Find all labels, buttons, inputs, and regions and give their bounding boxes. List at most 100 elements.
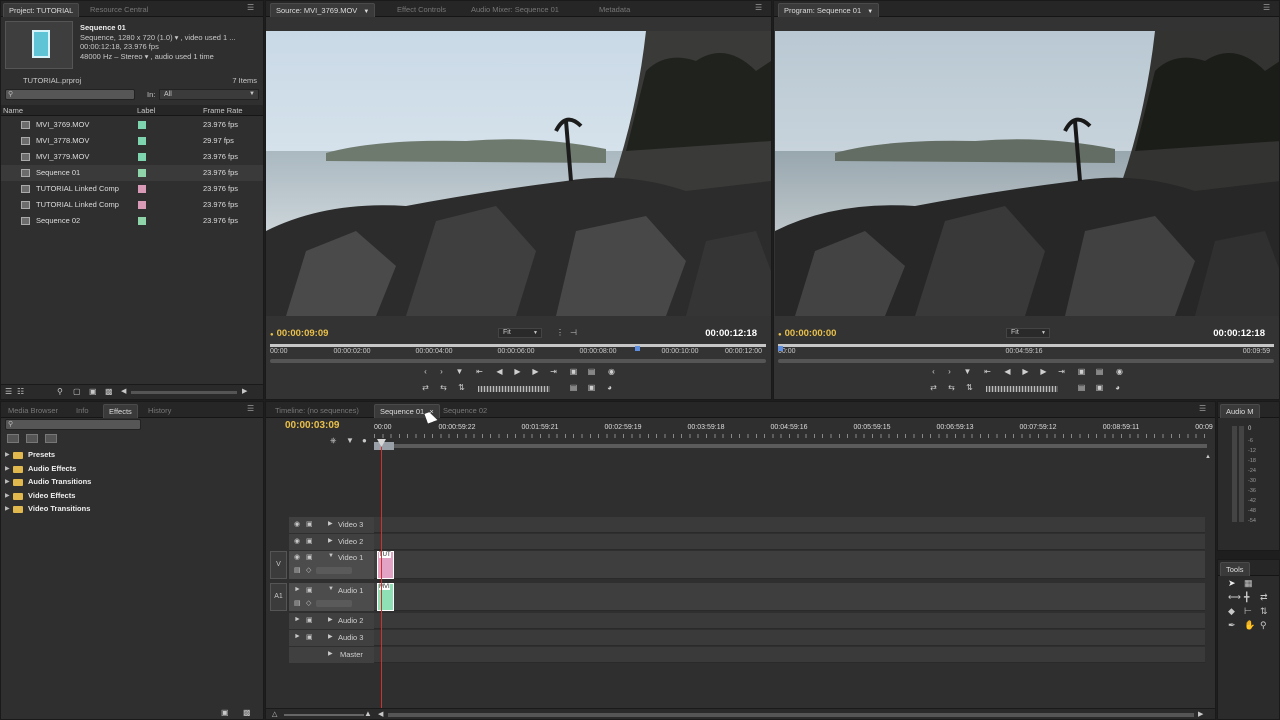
panel-menu-icon[interactable]: ☰ bbox=[1199, 405, 1209, 413]
label-swatch[interactable] bbox=[138, 121, 146, 129]
extract-icon[interactable]: ▤ bbox=[1094, 367, 1105, 377]
slide-tool-icon[interactable]: ⇅ bbox=[1260, 606, 1268, 617]
keyframe-nav[interactable] bbox=[316, 600, 352, 607]
eye-icon[interactable]: ◉ bbox=[294, 553, 300, 561]
multicam-icon[interactable]: ◕ bbox=[604, 383, 615, 393]
tab-effect-controls[interactable]: Effect Controls bbox=[392, 3, 451, 17]
add-marker-icon[interactable]: ▼ bbox=[346, 436, 354, 445]
scroll-left-icon[interactable]: ◀ bbox=[121, 387, 126, 395]
panel-menu-icon[interactable]: ☰ bbox=[1263, 4, 1273, 12]
multicam-icon[interactable]: ◕ bbox=[1112, 383, 1123, 393]
expand-icon[interactable]: ▶ bbox=[5, 465, 10, 472]
label-swatch[interactable] bbox=[138, 185, 146, 193]
add-marker-icon[interactable]: ▼ bbox=[454, 367, 465, 377]
rate-stretch-tool-icon[interactable]: ⇄ bbox=[1260, 592, 1268, 603]
step-forward-icon[interactable]: ▶ bbox=[1038, 367, 1049, 377]
lock-icon[interactable]: ▣ bbox=[306, 633, 313, 641]
jog-shuttle[interactable] bbox=[986, 386, 1058, 392]
in-filter-select[interactable]: All ▼ bbox=[159, 89, 259, 100]
safe-margins-icon[interactable]: ⇅ bbox=[964, 383, 975, 393]
label-swatch[interactable] bbox=[138, 153, 146, 161]
tab-metadata[interactable]: Metadata bbox=[594, 3, 635, 17]
play-in-to-out-icon[interactable]: ⇄ bbox=[420, 383, 431, 393]
tab-timeline-none[interactable]: Timeline: (no sequences) bbox=[270, 404, 364, 418]
expand-icon[interactable]: ▶ bbox=[5, 478, 10, 485]
delete-icon[interactable]: ▩ bbox=[243, 708, 251, 717]
delete-icon[interactable]: ▩ bbox=[105, 387, 113, 396]
project-item-row[interactable]: TUTORIAL Linked Comp 23.976 fps bbox=[1, 181, 263, 197]
lift-icon[interactable]: ▣ bbox=[1076, 367, 1087, 377]
trim-icon[interactable]: ▤ bbox=[568, 383, 579, 393]
razor-tool-icon[interactable]: ◆ bbox=[1228, 606, 1235, 617]
pen-tool-icon[interactable]: ✒ bbox=[1228, 620, 1236, 631]
timeline-timecode[interactable]: 00:00:03:09 bbox=[285, 420, 339, 431]
trim-icon[interactable]: ▤ bbox=[1076, 383, 1087, 393]
timeline-playhead[interactable] bbox=[381, 446, 382, 716]
lock-icon[interactable]: ▣ bbox=[306, 586, 313, 594]
hand-tool-icon[interactable]: ✋ bbox=[1244, 620, 1255, 631]
speaker-icon[interactable]: ► bbox=[294, 633, 301, 640]
expand-icon[interactable]: ▶ bbox=[328, 520, 333, 527]
play-icon[interactable]: ▶ bbox=[512, 367, 523, 377]
collapse-icon[interactable]: ▼ bbox=[328, 586, 334, 592]
program-ruler[interactable]: 00:00 00:04:59:16 00:09:59 bbox=[778, 344, 1274, 358]
overwrite-icon[interactable]: ▤ bbox=[586, 367, 597, 377]
selection-tool-icon[interactable]: ➤ bbox=[1228, 578, 1236, 589]
rolling-edit-tool-icon[interactable]: ╋ bbox=[1244, 592, 1249, 603]
tab-history[interactable]: History bbox=[143, 404, 176, 418]
loop-icon[interactable]: ⇆ bbox=[438, 383, 449, 393]
project-item-row[interactable]: Sequence 02 23.976 fps bbox=[1, 213, 263, 229]
source-patch-a1[interactable]: A1 bbox=[270, 583, 287, 611]
column-frame-rate[interactable]: Frame Rate bbox=[203, 106, 243, 115]
play-in-to-out-icon[interactable]: ⇄ bbox=[928, 383, 939, 393]
go-to-out-icon[interactable]: ⇥ bbox=[1056, 367, 1067, 377]
speaker-icon[interactable]: ► bbox=[294, 586, 301, 593]
tab-source[interactable]: Source: MVI_3769.MOV ▼ bbox=[270, 3, 376, 17]
expand-icon[interactable]: ▶ bbox=[328, 650, 333, 657]
32bit-effects-icon[interactable] bbox=[26, 434, 38, 443]
keyframe-icon[interactable]: ◇ bbox=[306, 599, 311, 607]
panel-menu-icon[interactable]: ☰ bbox=[755, 4, 765, 12]
program-fit-select[interactable]: Fit ▼ bbox=[1006, 328, 1050, 338]
icon-view-icon[interactable]: ☷ bbox=[17, 387, 24, 396]
track-select-tool-icon[interactable]: ▦ bbox=[1244, 578, 1253, 589]
column-name[interactable]: Name bbox=[3, 106, 23, 115]
settings-icon[interactable]: ⋮ bbox=[556, 328, 564, 337]
project-item-row[interactable]: MVI_3778.MOV 29.97 fps bbox=[1, 133, 263, 149]
keyframe-nav[interactable] bbox=[316, 567, 352, 574]
mark-in-icon[interactable]: ‹ bbox=[928, 367, 939, 377]
source-playhead[interactable] bbox=[635, 346, 640, 351]
tab-media-browser[interactable]: Media Browser bbox=[3, 404, 63, 418]
scroll-up-icon[interactable]: ▲ bbox=[1205, 454, 1211, 460]
expand-icon[interactable]: ▶ bbox=[328, 537, 333, 544]
project-item-row[interactable]: TUTORIAL Linked Comp 23.976 fps bbox=[1, 197, 263, 213]
label-swatch[interactable] bbox=[138, 169, 146, 177]
tab-audio-meters[interactable]: Audio M bbox=[1220, 404, 1260, 418]
safe-margins-icon[interactable]: ⇅ bbox=[456, 383, 467, 393]
lock-icon[interactable]: ▣ bbox=[306, 520, 313, 528]
output-icon[interactable]: ▣ bbox=[586, 383, 597, 393]
find-icon[interactable]: ⚲ bbox=[57, 387, 63, 396]
tab-resource-central[interactable]: Resource Central bbox=[85, 3, 153, 17]
effects-folder[interactable]: ▶ Audio Effects bbox=[1, 464, 251, 476]
display-style-icon[interactable]: ▤ bbox=[294, 599, 301, 607]
accelerated-effects-icon[interactable] bbox=[7, 434, 19, 443]
program-playhead[interactable] bbox=[778, 346, 783, 351]
ripple-edit-tool-icon[interactable]: ⟷ bbox=[1228, 592, 1241, 603]
step-back-icon[interactable]: ◀ bbox=[494, 367, 505, 377]
effects-folder[interactable]: ▶ Video Transitions bbox=[1, 504, 251, 516]
label-swatch[interactable] bbox=[138, 201, 146, 209]
slip-tool-icon[interactable]: ⊢ bbox=[1244, 606, 1252, 617]
expand-icon[interactable]: ▶ bbox=[328, 633, 333, 640]
source-scrollbar[interactable] bbox=[270, 359, 766, 363]
source-patch-v[interactable]: V bbox=[270, 551, 287, 579]
scroll-left-icon[interactable]: ◀ bbox=[378, 710, 383, 718]
new-bin-icon[interactable]: ▢ bbox=[73, 387, 81, 396]
eye-icon[interactable]: ◉ bbox=[294, 537, 300, 545]
speaker-icon[interactable]: ► bbox=[294, 616, 301, 623]
project-item-row[interactable]: Sequence 01 23.976 fps bbox=[1, 165, 263, 181]
add-marker-icon[interactable]: ▼ bbox=[962, 367, 973, 377]
audio-clip[interactable]: MVI bbox=[377, 583, 394, 611]
new-bin-icon[interactable]: ▣ bbox=[221, 708, 229, 717]
go-to-in-icon[interactable]: ⇤ bbox=[474, 367, 485, 377]
